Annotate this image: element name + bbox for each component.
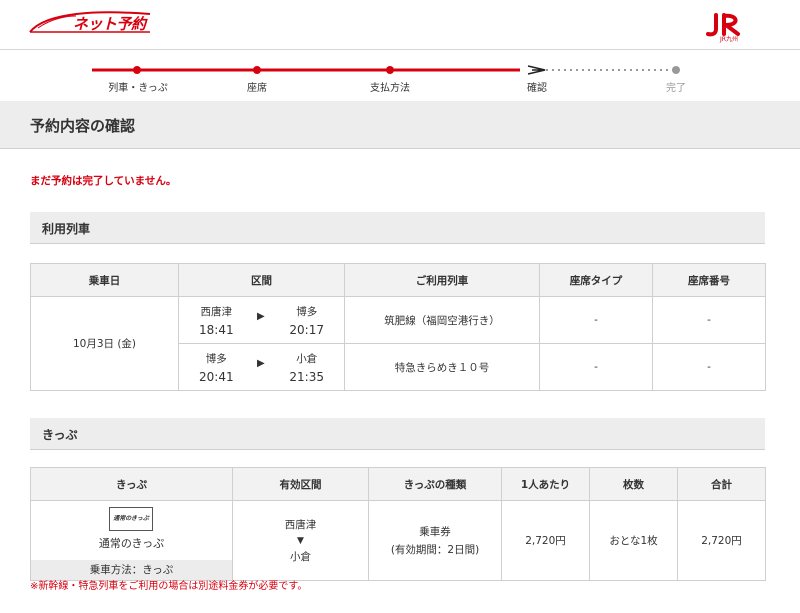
ticket-kind: 乗車券: [419, 525, 451, 538]
triangle-right-icon: ▶: [257, 311, 265, 322]
train-section-title: 利用列車: [42, 222, 91, 236]
ticket-table: きっぷ 有効区間 きっぷの種類 1人あたり 枚数 合計 通常のきっぷ 通常のきっ…: [30, 467, 766, 581]
step-label-complete: 完了: [666, 83, 686, 94]
col-header-seat-type: 座席タイプ: [539, 263, 653, 297]
train-name: 筑肥線（福岡空港行き）: [344, 296, 540, 344]
incomplete-warning: まだ予約は完了していません。: [30, 175, 177, 187]
ticket-validity: (有効期間：2日間): [390, 543, 480, 556]
col-header-count: 枚数: [589, 467, 678, 501]
segment-to-station: 小倉: [296, 353, 318, 365]
seat-type: -: [539, 296, 653, 344]
train-section-header: 利用列車: [30, 212, 765, 244]
segment-arrival-time: 21:35: [289, 370, 324, 384]
segment-from-station: 博多: [205, 353, 227, 365]
valid-to-station: 小倉: [290, 550, 311, 563]
segment-to-station: 博多: [296, 306, 318, 318]
express-ticket-note: ※新幹線・特急列車をご利用の場合は別途料金券が必要です。: [30, 581, 308, 592]
net-yoyaku-logo[interactable]: ネット予約: [28, 8, 152, 38]
ride-date: 10月3日 (金): [30, 296, 179, 391]
segment-departure-time: 20:41: [199, 370, 234, 384]
train-name: 特急きらめき１０号: [344, 343, 540, 391]
valid-section-cell: 西唐津 ▼ 小倉: [232, 500, 369, 581]
seat-type: -: [539, 343, 653, 391]
page-title-bar: 予約内容の確認: [0, 101, 800, 149]
step-dot-5: [672, 66, 680, 74]
ticket-icon: 通常のきっぷ: [109, 507, 153, 531]
seat-number: -: [652, 296, 766, 344]
header: ネット予約 JR九州: [0, 0, 800, 50]
ticket-section-title: きっぷ: [42, 428, 78, 442]
table-row: 10月3日 (金) 西唐津 18:41 ▶ 博多 20:17 筑肥線（福岡空港行…: [30, 296, 766, 391]
step-label-train-ticket: 列車・きっぷ: [108, 83, 168, 94]
col-header-valid-section: 有効区間: [232, 467, 369, 501]
progress-steps: 列車・きっぷ 座席 支払方法 確認 完了: [0, 52, 800, 100]
per-person-price: 2,720円: [501, 500, 590, 581]
total-price: 2,720円: [677, 500, 766, 581]
ticket-name: 通常のきっぷ: [98, 537, 165, 550]
table-row: 通常のきっぷ 通常のきっぷ 乗車方法：きっぷ 西唐津 ▼ 小倉 乗車券 (有効期…: [30, 500, 766, 581]
ticket-section-header: きっぷ: [30, 418, 765, 450]
train-table: 乗車日 区間 ご利用列車 座席タイプ 座席番号 10月3日 (金) 西唐津 18…: [30, 263, 766, 391]
triangle-right-icon: ▶: [257, 358, 265, 369]
col-header-train: ご利用列車: [344, 263, 540, 297]
jr-kyushu-label: JR九州: [720, 36, 738, 43]
ticket-kind-cell: 乗車券 (有効期間：2日間): [368, 500, 502, 581]
col-header-seat-no: 座席番号: [652, 263, 766, 297]
step-dot-3: [386, 66, 394, 74]
col-header-ticket: きっぷ: [30, 467, 233, 501]
ticket-table-header: きっぷ 有効区間 きっぷの種類 1人あたり 枚数 合計: [30, 467, 766, 501]
segment-departure-time: 18:41: [199, 323, 234, 337]
step-dot-2: [253, 66, 261, 74]
ticket-count: おとな1枚: [589, 500, 678, 581]
step-label-seat: 座席: [247, 83, 267, 94]
col-header-date: 乗車日: [30, 263, 179, 297]
logo-text: ネット予約: [73, 15, 146, 33]
train-table-header: 乗車日 区間 ご利用列車 座席タイプ 座席番号: [30, 263, 766, 297]
page-title: 予約内容の確認: [30, 117, 136, 135]
segment-from-station: 西唐津: [200, 306, 233, 318]
segment-cell: 西唐津 18:41 ▶ 博多 20:17: [178, 296, 345, 344]
step-dot-1: [133, 66, 141, 74]
progress-track: [92, 65, 680, 75]
triangle-down-icon: ▼: [297, 535, 304, 546]
step-label-confirm: 確認: [527, 83, 547, 94]
seat-number: -: [652, 343, 766, 391]
current-step-arrow-icon: [527, 65, 546, 75]
col-header-per-person: 1人あたり: [501, 467, 590, 501]
valid-from-station: 西唐津: [284, 518, 317, 531]
segment-arrival-time: 20:17: [289, 323, 324, 337]
segment-cell: 博多 20:41 ▶ 小倉 21:35: [178, 343, 345, 391]
step-label-payment: 支払方法: [370, 83, 410, 94]
col-header-ticket-kind: きっぷの種類: [368, 467, 502, 501]
col-header-section: 区間: [178, 263, 345, 297]
ticket-cell: 通常のきっぷ 通常のきっぷ 乗車方法：きっぷ: [30, 500, 233, 581]
col-header-total: 合計: [677, 467, 766, 501]
